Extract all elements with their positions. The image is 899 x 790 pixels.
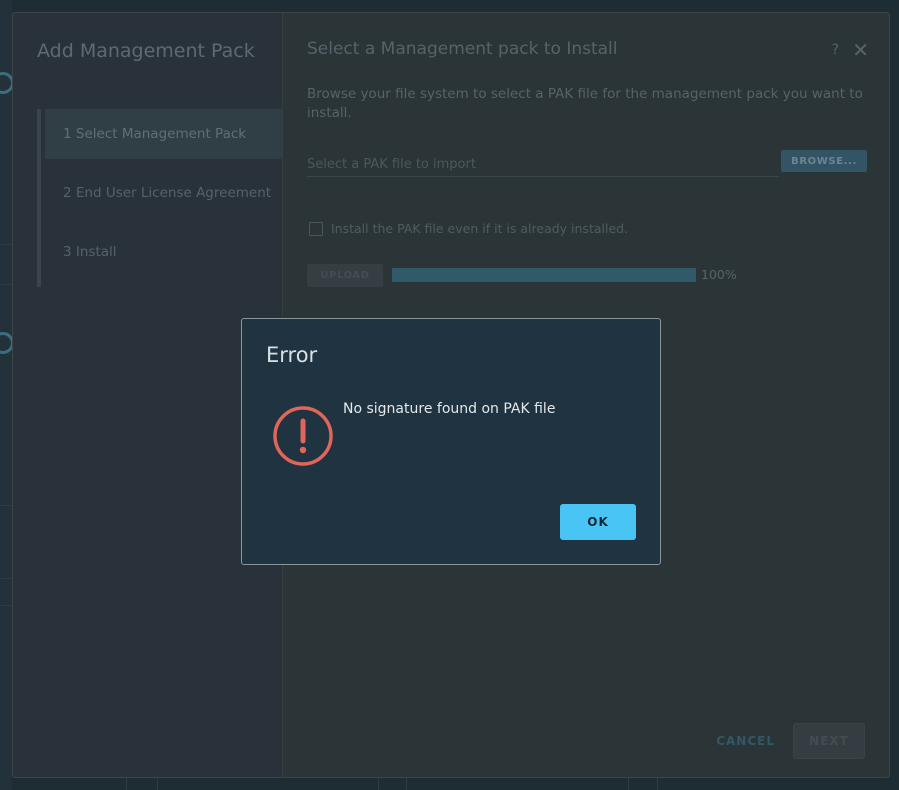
background-divider <box>0 244 12 245</box>
help-icon[interactable]: ? <box>832 42 839 58</box>
content-title: Select a Management pack to Install <box>307 39 618 59</box>
error-dialog-title: Error <box>266 343 318 367</box>
next-button[interactable]: NEXT <box>793 723 865 759</box>
close-icon[interactable]: ✕ <box>852 38 869 62</box>
background-divider <box>0 578 12 579</box>
browse-button[interactable]: BROWSE... <box>781 150 867 172</box>
background-divider <box>657 778 658 790</box>
background-divider <box>628 778 629 790</box>
background-divider <box>406 778 407 790</box>
error-dialog: Error No signature found on PAK file OK <box>241 318 661 565</box>
exclamation-circle-icon <box>273 406 333 466</box>
cancel-button[interactable]: CANCEL <box>710 723 781 759</box>
step-end-user-license-agreement[interactable]: 2 End User License Agreement <box>45 168 283 218</box>
step-install[interactable]: 3 Install <box>45 227 283 277</box>
force-install-checkbox[interactable] <box>309 222 323 236</box>
background-divider <box>126 778 127 790</box>
upload-button[interactable]: UPLOAD <box>307 264 383 287</box>
background-divider <box>378 778 379 790</box>
content-description: Browse your file system to select a PAK … <box>307 86 863 121</box>
error-message: No signature found on PAK file <box>343 401 556 417</box>
background-card-strip <box>0 0 12 790</box>
ok-button[interactable]: OK <box>560 504 636 540</box>
background-divider <box>157 778 158 790</box>
wizard-title: Add Management Pack <box>37 40 255 62</box>
upload-progress-fill <box>392 268 696 282</box>
pak-file-input[interactable] <box>307 153 779 177</box>
background-divider <box>0 284 12 285</box>
step-select-management-pack[interactable]: 1 Select Management Pack <box>45 109 283 159</box>
upload-progress-text: 100% <box>701 267 737 282</box>
background-divider <box>0 505 12 506</box>
step-rail <box>37 109 41 287</box>
background-divider <box>0 605 12 606</box>
upload-progress-bar <box>392 268 696 282</box>
force-install-label: Install the PAK file even if it is alrea… <box>331 221 629 236</box>
